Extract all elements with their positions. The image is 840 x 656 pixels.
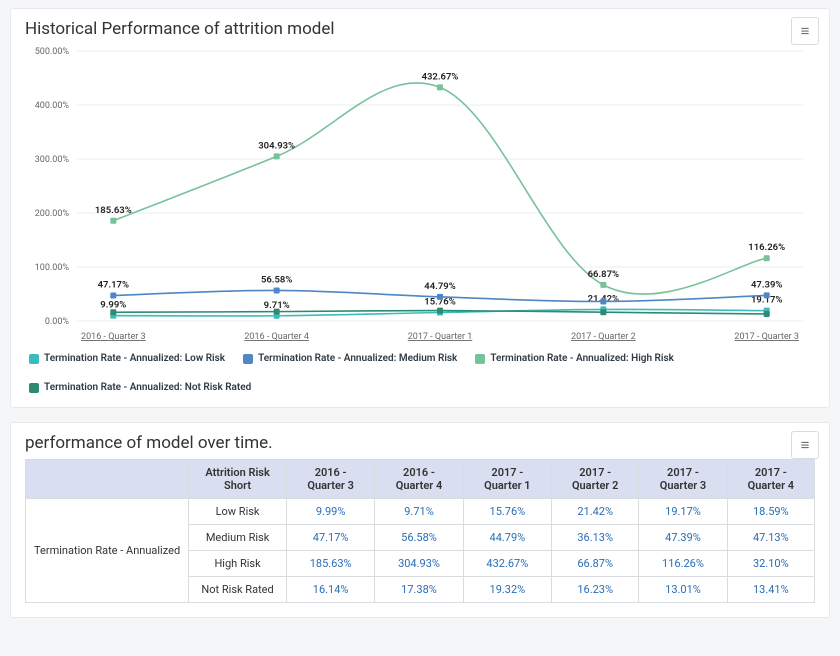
data-point[interactable]: [600, 309, 606, 315]
table-header: 2016 - Quarter 4: [375, 460, 463, 499]
table-header: 2017 - Quarter 4: [727, 460, 814, 499]
table-cell[interactable]: 15.76%: [463, 499, 551, 525]
legend-item[interactable]: Termination Rate - Annualized: High Risk: [475, 353, 674, 364]
table-cell[interactable]: 44.79%: [463, 525, 551, 551]
data-point[interactable]: [764, 292, 770, 298]
table-cell[interactable]: 47.13%: [727, 525, 814, 551]
data-label: 47.39%: [751, 279, 782, 290]
legend-label: Termination Rate - Annualized: Not Risk …: [44, 382, 251, 393]
series-line: [113, 83, 766, 294]
y-tick-label: 400.00%: [35, 101, 70, 111]
row-label: High Risk: [189, 551, 287, 577]
x-tick-label[interactable]: 2017 - Quarter 1: [408, 332, 473, 342]
y-tick-label: 100.00%: [35, 263, 70, 273]
row-label: Low Risk: [189, 499, 287, 525]
hamburger-icon: ≡: [801, 436, 810, 454]
table-header: 2017 - Quarter 2: [552, 460, 639, 499]
table-cell[interactable]: 116.26%: [639, 551, 727, 577]
line-chart: 0.00% 100.00% 200.00% 300.00% 400.00% 500.00%…: [25, 45, 815, 345]
table-cell[interactable]: 304.93%: [375, 551, 463, 577]
data-point[interactable]: [437, 294, 443, 300]
legend-swatch: [29, 383, 39, 393]
data-point[interactable]: [110, 293, 116, 299]
chart-card: ≡ Historical Performance of attrition mo…: [10, 8, 830, 408]
table-header: 2017 - Quarter 3: [639, 460, 727, 499]
chart-legend: Termination Rate - Annualized: Low Risk T…: [25, 353, 815, 393]
data-label: 432.67%: [422, 71, 459, 82]
table-cell[interactable]: 16.14%: [286, 577, 374, 603]
row-group-label: Termination Rate - Annualized: [26, 499, 189, 603]
data-label: 116.26%: [748, 242, 785, 253]
data-label: 304.93%: [258, 140, 295, 151]
table-cell[interactable]: 47.17%: [286, 525, 374, 551]
y-tick-label: 500.00%: [35, 47, 70, 57]
table-cell[interactable]: 9.71%: [375, 499, 463, 525]
table-cell[interactable]: 9.99%: [286, 499, 374, 525]
data-point[interactable]: [437, 308, 443, 314]
table-cell[interactable]: 13.41%: [727, 577, 814, 603]
row-label: Not Risk Rated: [189, 577, 287, 603]
legend-item[interactable]: Termination Rate - Annualized: Low Risk: [29, 353, 225, 364]
hamburger-icon: ≡: [801, 22, 810, 40]
row-label: Medium Risk: [189, 525, 287, 551]
table-row: Termination Rate - AnnualizedLow Risk9.9…: [26, 499, 815, 525]
table-cell[interactable]: 432.67%: [463, 551, 551, 577]
data-point[interactable]: [274, 309, 280, 315]
table-cell[interactable]: 56.58%: [375, 525, 463, 551]
data-point[interactable]: [437, 84, 443, 90]
x-tick-label[interactable]: 2017 - Quarter 3: [734, 332, 799, 342]
data-label: 66.87%: [588, 269, 619, 280]
data-point[interactable]: [274, 153, 280, 159]
data-label: 44.79%: [424, 281, 455, 292]
x-tick-label[interactable]: 2016 - Quarter 4: [244, 332, 309, 342]
legend-swatch: [29, 354, 39, 364]
table-cell[interactable]: 36.13%: [552, 525, 639, 551]
table-card: ≡ performance of model over time. Attrit…: [10, 422, 830, 618]
performance-table: Attrition Risk Short2016 - Quarter 32016…: [25, 459, 815, 603]
data-point[interactable]: [274, 287, 280, 293]
data-label: 47.17%: [98, 280, 129, 291]
table-cell[interactable]: 16.23%: [552, 577, 639, 603]
table-cell[interactable]: 66.87%: [552, 551, 639, 577]
legend-label: Termination Rate - Annualized: Low Risk: [44, 353, 225, 364]
table-cell[interactable]: 17.38%: [375, 577, 463, 603]
table-header: Attrition Risk Short: [189, 460, 287, 499]
chart-title: Historical Performance of attrition mode…: [25, 19, 815, 39]
x-tick-label[interactable]: 2016 - Quarter 3: [81, 332, 146, 342]
legend-swatch: [243, 354, 253, 364]
x-tick-label[interactable]: 2017 - Quarter 2: [571, 332, 636, 342]
chart-menu-button[interactable]: ≡: [791, 17, 819, 45]
table-cell[interactable]: 13.01%: [639, 577, 727, 603]
y-tick-label: 200.00%: [35, 209, 70, 219]
table-cell[interactable]: 19.32%: [463, 577, 551, 603]
data-point[interactable]: [764, 255, 770, 261]
legend-item[interactable]: Termination Rate - Annualized: Medium Ri…: [243, 353, 457, 364]
table-cell[interactable]: 21.42%: [552, 499, 639, 525]
table-header-blank: [26, 460, 189, 499]
data-label: 9.99%: [100, 300, 126, 311]
table-header: 2016 - Quarter 3: [286, 460, 374, 499]
table-cell[interactable]: 47.39%: [639, 525, 727, 551]
legend-label: Termination Rate - Annualized: Medium Ri…: [258, 353, 457, 364]
data-point[interactable]: [110, 218, 116, 224]
table-cell[interactable]: 185.63%: [286, 551, 374, 577]
data-point[interactable]: [600, 282, 606, 288]
legend-swatch: [475, 354, 485, 364]
data-label: 56.58%: [261, 274, 292, 285]
table-title: performance of model over time.: [25, 433, 815, 453]
data-point[interactable]: [110, 309, 116, 315]
table-cell[interactable]: 32.10%: [727, 551, 814, 577]
legend-label: Termination Rate - Annualized: High Risk: [490, 353, 674, 364]
table-menu-button[interactable]: ≡: [791, 431, 819, 459]
table-cell[interactable]: 18.59%: [727, 499, 814, 525]
data-label: 185.63%: [95, 205, 132, 216]
table-cell[interactable]: 19.17%: [639, 499, 727, 525]
data-point[interactable]: [600, 298, 606, 304]
y-tick-label: 300.00%: [35, 155, 70, 165]
legend-item[interactable]: Termination Rate - Annualized: Not Risk …: [29, 382, 251, 393]
data-point[interactable]: [764, 311, 770, 317]
y-tick-label: 0.00%: [45, 317, 70, 327]
table-header: 2017 - Quarter 1: [463, 460, 551, 499]
